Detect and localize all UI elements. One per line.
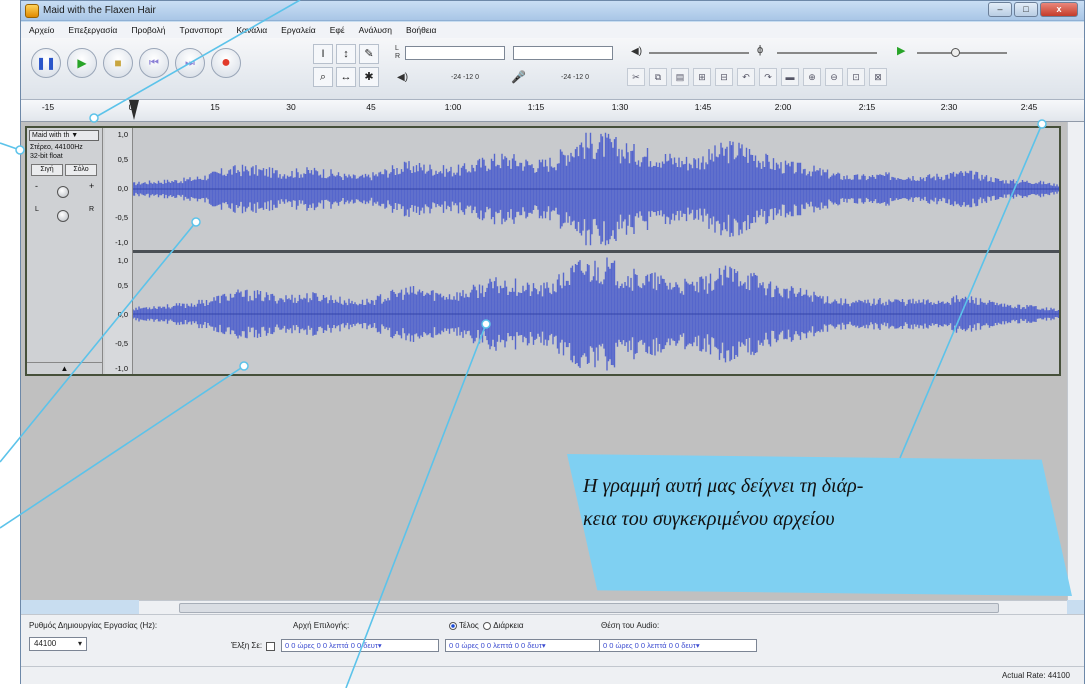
pointer-line bbox=[345, 323, 487, 688]
annotation-pointer-lines bbox=[0, 0, 1047, 688]
pointer-dot bbox=[191, 217, 201, 227]
pointer-dot bbox=[481, 319, 491, 329]
pointer-line bbox=[899, 123, 1043, 459]
pointer-dot bbox=[89, 113, 99, 123]
pointer-line bbox=[0, 221, 197, 463]
pointer-line bbox=[0, 365, 245, 529]
pointer-dot bbox=[1037, 119, 1047, 129]
pointer-dot bbox=[15, 145, 25, 155]
pointer-dot bbox=[239, 361, 249, 371]
pointer-line bbox=[93, 0, 301, 119]
